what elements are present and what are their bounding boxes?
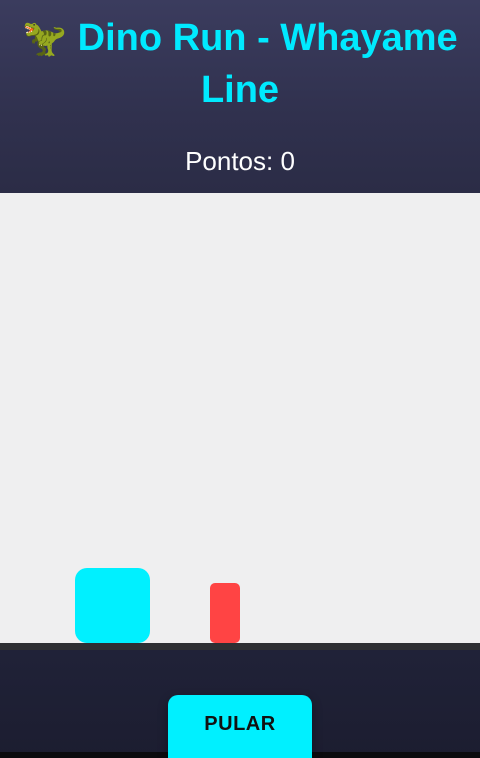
jump-button[interactable]: PULAR bbox=[168, 695, 312, 758]
game-page: 🦖 Dino Run - Whayame Line Pontos: 0 PULA… bbox=[0, 0, 480, 758]
game-canvas[interactable] bbox=[0, 193, 480, 643]
title-text: Dino Run - Whayame Line bbox=[77, 17, 458, 111]
obstacle bbox=[210, 583, 240, 643]
dinosaur-icon: 🦖 bbox=[22, 17, 68, 58]
score-display: Pontos: 0 bbox=[185, 146, 295, 176]
ground-line bbox=[0, 643, 480, 650]
header: 🦖 Dino Run - Whayame Line Pontos: 0 bbox=[0, 0, 480, 193]
page-title: 🦖 Dino Run - Whayame Line bbox=[0, 12, 480, 116]
player-dino bbox=[75, 568, 150, 643]
